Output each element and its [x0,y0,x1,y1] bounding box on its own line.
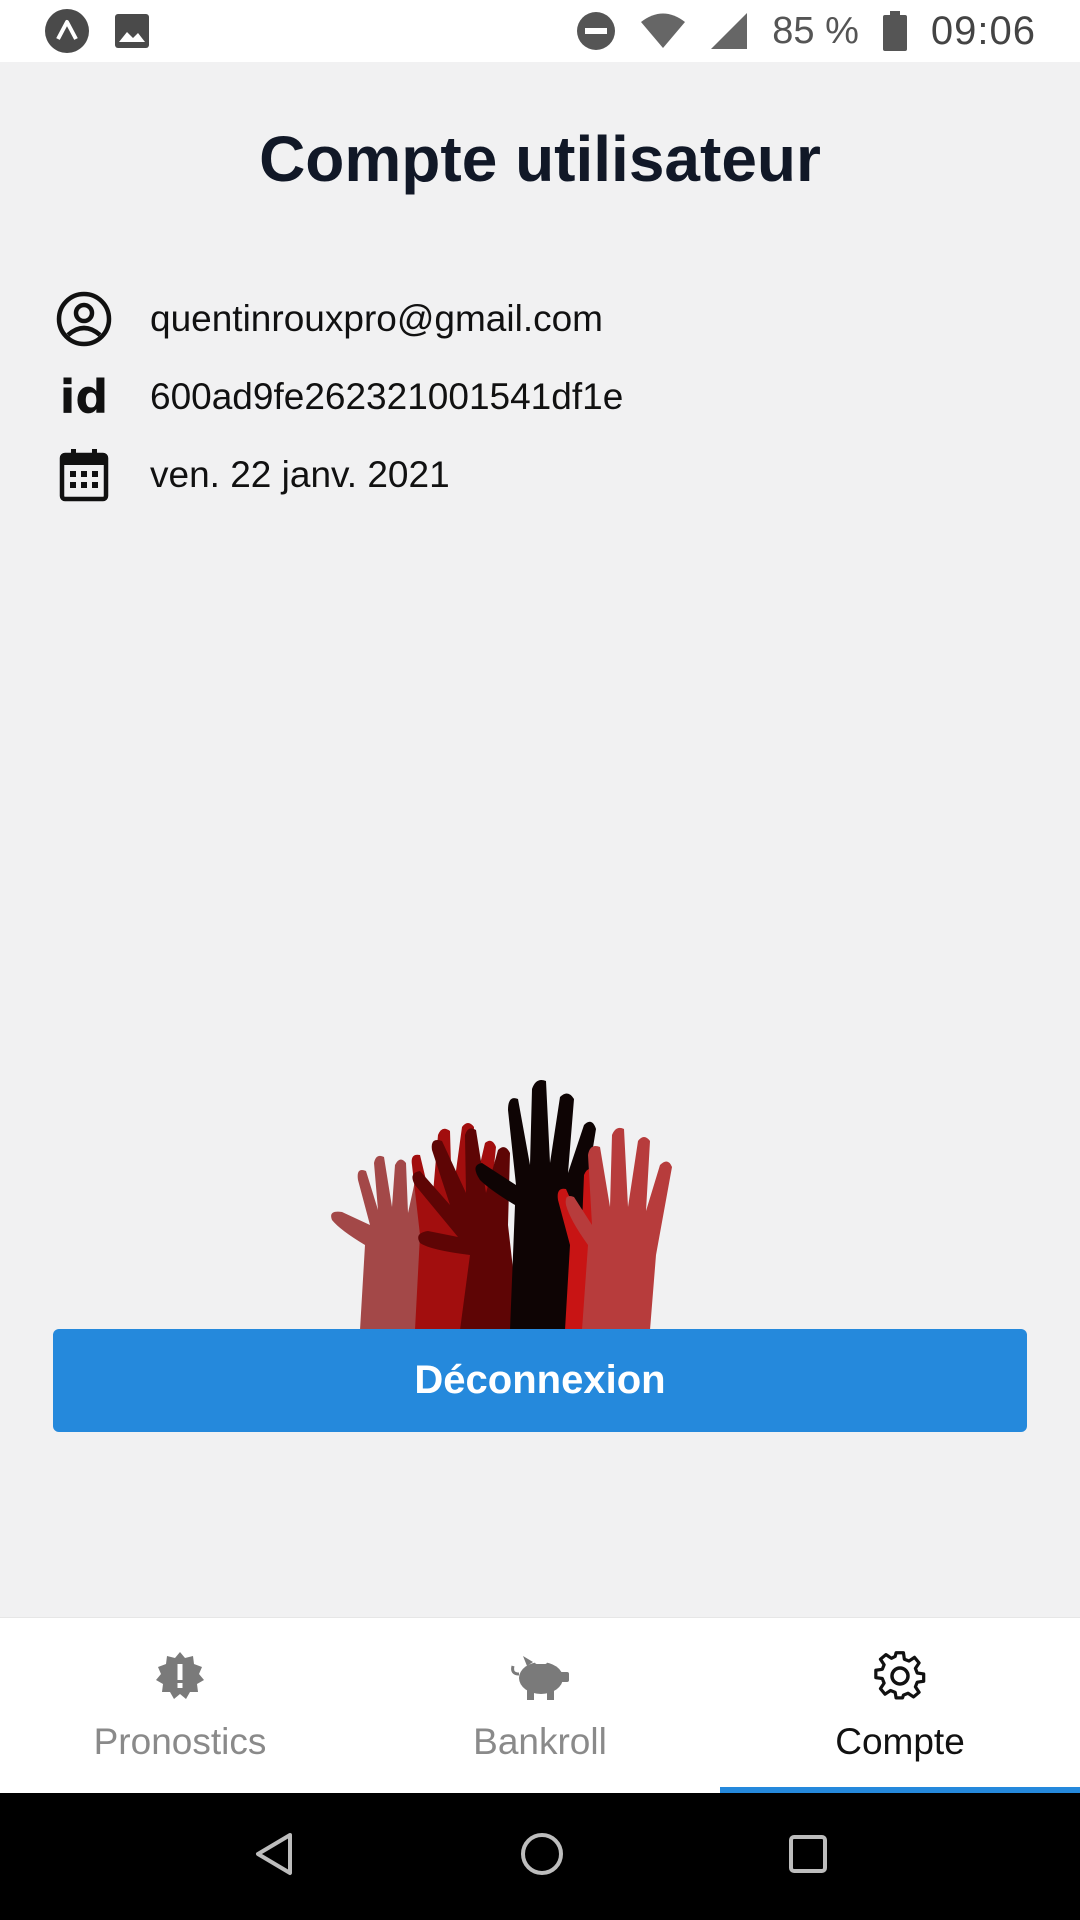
bottom-tab-bar: Pronostics Bankroll Compte [0,1617,1080,1793]
app-notification-icon [44,8,90,54]
calendar-icon [56,447,112,503]
battery-percent: 85 % [772,9,859,52]
date-value: ven. 22 janv. 2021 [150,454,450,495]
home-icon[interactable] [519,1831,565,1882]
recent-apps-icon[interactable] [788,1834,828,1879]
piggy-bank-icon [509,1650,571,1707]
id-value: 600ad9fe262321001541df1e [150,376,624,417]
system-navigation-bar [0,1793,1080,1920]
logout-button[interactable]: Déconnexion [53,1329,1027,1432]
account-info-list: quentinrouxpro@gmail.com id 600ad9fe2623… [56,280,1036,514]
id-icon: id [56,369,112,425]
battery-icon [882,11,907,51]
tab-compte[interactable]: Compte [720,1618,1080,1793]
page-title: Compte utilisateur [259,123,821,195]
back-icon[interactable] [252,1831,296,1882]
raised-hands-illustration [331,1080,672,1330]
gear-icon [874,1650,926,1707]
tab-label: Compte [835,1721,965,1762]
tab-label: Pronostics [93,1721,267,1762]
tab-label: Bankroll [473,1721,607,1762]
status-bar: 85 % 09:06 [0,0,1080,62]
screen: 85 % 09:06 Compte utilisateur quentinrou… [0,0,1080,1920]
wifi-icon [640,13,686,49]
date-row: ven. 22 janv. 2021 [56,436,1036,514]
clock: 09:06 [930,8,1036,53]
alert-badge-icon [154,1650,206,1707]
email-value: quentinrouxpro@gmail.com [150,298,603,339]
id-label: id [59,370,109,424]
tab-bankroll[interactable]: Bankroll [360,1618,720,1793]
email-row: quentinrouxpro@gmail.com [56,280,1036,358]
id-row: id 600ad9fe262321001541df1e [56,358,1036,436]
tab-pronostics[interactable]: Pronostics [0,1618,360,1793]
cell-signal-icon [710,12,748,50]
image-notification-icon [114,13,150,49]
account-circle-icon [56,291,112,347]
do-not-disturb-icon [576,11,616,51]
